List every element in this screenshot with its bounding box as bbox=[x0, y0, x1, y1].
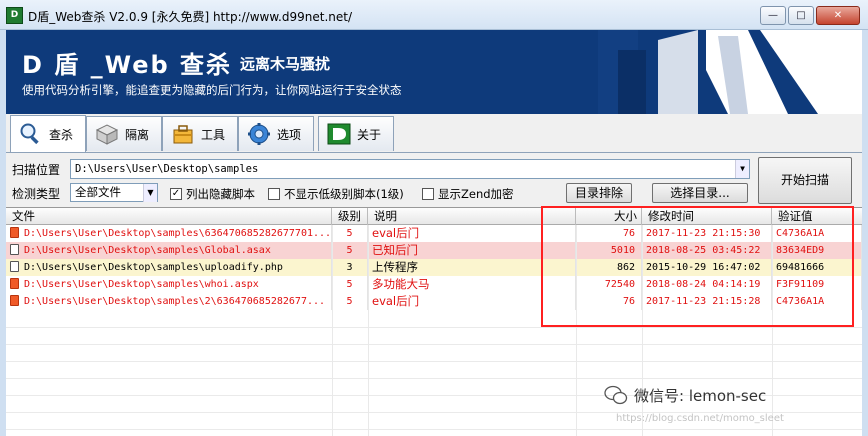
cell-level-text: 5 bbox=[346, 228, 353, 239]
cell-file-text: D:\Users\User\Desktop\samples\whoi.aspx bbox=[24, 279, 259, 290]
file-icon bbox=[10, 261, 19, 272]
checkbox-unchecked[interactable] bbox=[268, 188, 280, 200]
option-list-hidden[interactable]: ✓ 列出隐藏脚本 bbox=[170, 186, 255, 202]
gear-icon bbox=[248, 123, 270, 145]
wechat-icon bbox=[604, 385, 628, 405]
cell-file-text: D:\Users\User\Desktop\samples\Global.asa… bbox=[24, 245, 271, 256]
empty-row-gridline bbox=[6, 327, 862, 328]
tab-tools[interactable]: 工具 bbox=[162, 116, 238, 151]
cell-level-text: 5 bbox=[346, 245, 353, 256]
cell-level: 3 bbox=[332, 259, 368, 276]
cell-level: 5 bbox=[332, 276, 368, 293]
window-frame-right bbox=[862, 30, 868, 436]
window-title: D盾_Web查杀 V2.0.9 [永久免费] http://www.d99net… bbox=[28, 10, 353, 24]
chevron-down-icon[interactable]: ▼ bbox=[143, 184, 157, 202]
window-controls: — □ ✕ bbox=[760, 6, 860, 25]
cell-level-text: 3 bbox=[346, 262, 353, 273]
cell-desc-text: 多功能大马 bbox=[372, 277, 430, 291]
cell-level: 5 bbox=[332, 293, 368, 310]
scan-location-value: D:\Users\User\Desktop\samples bbox=[75, 163, 259, 175]
cell-file: D:\Users\User\Desktop\samples\whoi.aspx bbox=[6, 276, 332, 293]
select-dir-button[interactable]: 选择目录... bbox=[652, 183, 748, 203]
d-shield-logo-icon bbox=[598, 30, 862, 114]
scan-location-label: 扫描位置 bbox=[12, 163, 61, 177]
cell-file-text: D:\Users\User\Desktop\samples\6364706852… bbox=[24, 228, 332, 239]
tab-tools-label: 工具 bbox=[201, 127, 226, 142]
cell-file-text: D:\Users\User\Desktop\samples\uploadify.… bbox=[24, 262, 283, 273]
tab-bar: 查杀 隔离 工具 选项 关于 bbox=[6, 114, 862, 152]
cell-level: 5 bbox=[332, 242, 368, 259]
box-icon bbox=[95, 124, 119, 145]
empty-row-gridline bbox=[6, 344, 862, 345]
scan-controls: 扫描位置 D:\Users\User\Desktop\samples ▼ 检测类… bbox=[6, 152, 862, 207]
detect-type-select[interactable]: 全部文件 ▼ bbox=[70, 183, 158, 202]
tab-scan[interactable]: 查杀 bbox=[10, 115, 86, 152]
scan-location-combobox[interactable]: D:\Users\User\Desktop\samples ▼ bbox=[70, 159, 750, 179]
watermark-url: https://blog.csdn.net/momo_sleet bbox=[616, 413, 784, 424]
cell-level-text: 5 bbox=[346, 296, 353, 307]
dir-exclude-button[interactable]: 目录排除 bbox=[566, 183, 632, 203]
option-hide-low-level[interactable]: 不显示低级别脚本(1级) bbox=[268, 186, 404, 202]
tab-quarantine-label: 隔离 bbox=[125, 127, 150, 142]
banner-title: D 盾 _Web 查杀 bbox=[22, 51, 233, 79]
file-icon bbox=[10, 295, 19, 306]
watermark: 微信号: lemon-sec bbox=[604, 384, 766, 406]
cell-desc-text: 已知后门 bbox=[372, 243, 418, 257]
column-divider bbox=[368, 225, 369, 436]
toolbox-icon bbox=[173, 125, 193, 144]
banner-description: 使用代码分析引擎，能追查更为隐藏的后门行为，让你网站运行于安全状态 bbox=[22, 83, 402, 97]
tab-quarantine[interactable]: 隔离 bbox=[86, 116, 162, 151]
tab-about[interactable]: 关于 bbox=[318, 116, 394, 151]
file-icon bbox=[10, 278, 19, 289]
option-list-hidden-label: 列出隐藏脚本 bbox=[186, 187, 255, 201]
tab-options-label: 选项 bbox=[277, 127, 302, 142]
banner: D 盾 _Web 查杀 远离木马骚扰 使用代码分析引擎，能追查更为隐藏的后门行为… bbox=[6, 30, 862, 114]
banner-subtitle: 远离木马骚扰 bbox=[240, 55, 331, 73]
empty-row-gridline bbox=[6, 429, 862, 430]
file-icon bbox=[10, 227, 19, 238]
tab-about-label: 关于 bbox=[357, 127, 382, 142]
cell-level: 5 bbox=[332, 225, 368, 242]
cell-desc-text: eval后门 bbox=[372, 226, 420, 240]
file-icon bbox=[10, 244, 19, 255]
column-header-level[interactable]: 级别 bbox=[332, 208, 368, 225]
column-header-file[interactable]: 文件 bbox=[6, 208, 332, 225]
magnifier-icon bbox=[20, 123, 39, 145]
cell-file: D:\Users\User\Desktop\samples\2\63647068… bbox=[6, 293, 332, 310]
title-bar: D D盾_Web查杀 V2.0.9 [永久免费] http://www.d99n… bbox=[0, 0, 868, 30]
cell-desc-text: eval后门 bbox=[372, 294, 420, 308]
cell-file-text: D:\Users\User\Desktop\samples\2\63647068… bbox=[24, 296, 326, 307]
checkbox-checked[interactable]: ✓ bbox=[170, 188, 182, 200]
column-divider bbox=[332, 225, 333, 436]
option-show-zend[interactable]: 显示Zend加密 bbox=[422, 186, 514, 202]
cell-file: D:\Users\User\Desktop\samples\Global.asa… bbox=[6, 242, 332, 259]
chevron-down-icon[interactable]: ▼ bbox=[735, 160, 749, 178]
checkbox-unchecked[interactable] bbox=[422, 188, 434, 200]
cell-file: D:\Users\User\Desktop\samples\uploadify.… bbox=[6, 259, 332, 276]
option-hide-low-level-label: 不显示低级别脚本(1级) bbox=[284, 187, 404, 201]
d-logo-icon bbox=[327, 123, 351, 145]
detect-type-value: 全部文件 bbox=[75, 185, 121, 199]
highlight-annotation-box bbox=[541, 206, 854, 327]
tab-options[interactable]: 选项 bbox=[238, 116, 314, 151]
minimize-button[interactable]: — bbox=[760, 6, 786, 25]
empty-row-gridline bbox=[6, 378, 862, 379]
watermark-text: 微信号: lemon-sec bbox=[634, 386, 767, 405]
empty-row-gridline bbox=[6, 361, 862, 362]
maximize-button[interactable]: □ bbox=[788, 6, 814, 25]
option-show-zend-label: 显示Zend加密 bbox=[438, 187, 514, 201]
tab-scan-label: 查杀 bbox=[49, 127, 74, 142]
start-scan-button[interactable]: 开始扫描 bbox=[758, 157, 852, 204]
app-icon: D bbox=[6, 7, 23, 24]
cell-level-text: 5 bbox=[346, 279, 353, 290]
cell-desc-text: 上传程序 bbox=[372, 260, 418, 274]
cell-file: D:\Users\User\Desktop\samples\6364706852… bbox=[6, 225, 332, 242]
close-button[interactable]: ✕ bbox=[816, 6, 860, 25]
detect-type-label: 检测类型 bbox=[12, 187, 61, 201]
